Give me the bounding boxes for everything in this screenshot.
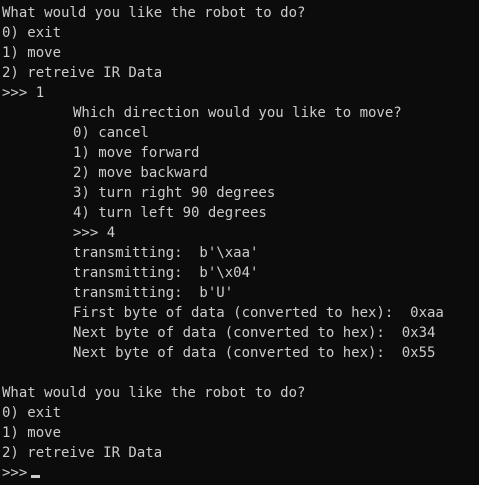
terminal-line: 1) move xyxy=(2,425,62,441)
terminal-line: transmitting: b'U' xyxy=(73,285,234,301)
terminal-line: transmitting: b'\x04' xyxy=(73,265,259,281)
terminal-line: What would you like the robot to do? xyxy=(2,385,306,401)
terminal-line: 4) turn left 90 degrees xyxy=(73,205,267,221)
terminal-input-line[interactable]: >>> xyxy=(0,463,479,483)
terminal-line: transmitting: b'\xaa' xyxy=(73,245,259,261)
terminal-line: What would you like the robot to do? xyxy=(2,5,306,21)
terminal-line: Which direction would you like to move? xyxy=(73,105,402,121)
text-cursor xyxy=(31,475,41,478)
terminal-line: 2) move backward xyxy=(73,165,208,181)
terminal-output: What would you like the robot to do? 0) e… xyxy=(0,3,479,463)
terminal-line: >>> 1 xyxy=(2,85,45,101)
prompt: >>> xyxy=(2,465,28,481)
terminal-line: Next byte of data (converted to hex): 0x… xyxy=(73,325,436,341)
terminal-line: First byte of data (converted to hex): 0… xyxy=(73,305,444,321)
terminal-line: 3) turn right 90 degrees xyxy=(73,185,276,201)
terminal-line: 0) exit xyxy=(2,405,62,421)
terminal-line: 0) exit xyxy=(2,25,62,41)
terminal-line: Next byte of data (converted to hex): 0x… xyxy=(73,345,436,361)
terminal-line: 1) move forward xyxy=(73,145,200,161)
terminal-line: 0) cancel xyxy=(73,125,149,141)
terminal-line: >>> 4 xyxy=(73,225,116,241)
terminal-line: 2) retreive IR Data xyxy=(2,65,163,81)
terminal-line: 2) retreive IR Data xyxy=(2,445,163,461)
terminal-line: 1) move xyxy=(2,45,62,61)
terminal-window[interactable]: What would you like the robot to do? 0) e… xyxy=(0,0,479,485)
